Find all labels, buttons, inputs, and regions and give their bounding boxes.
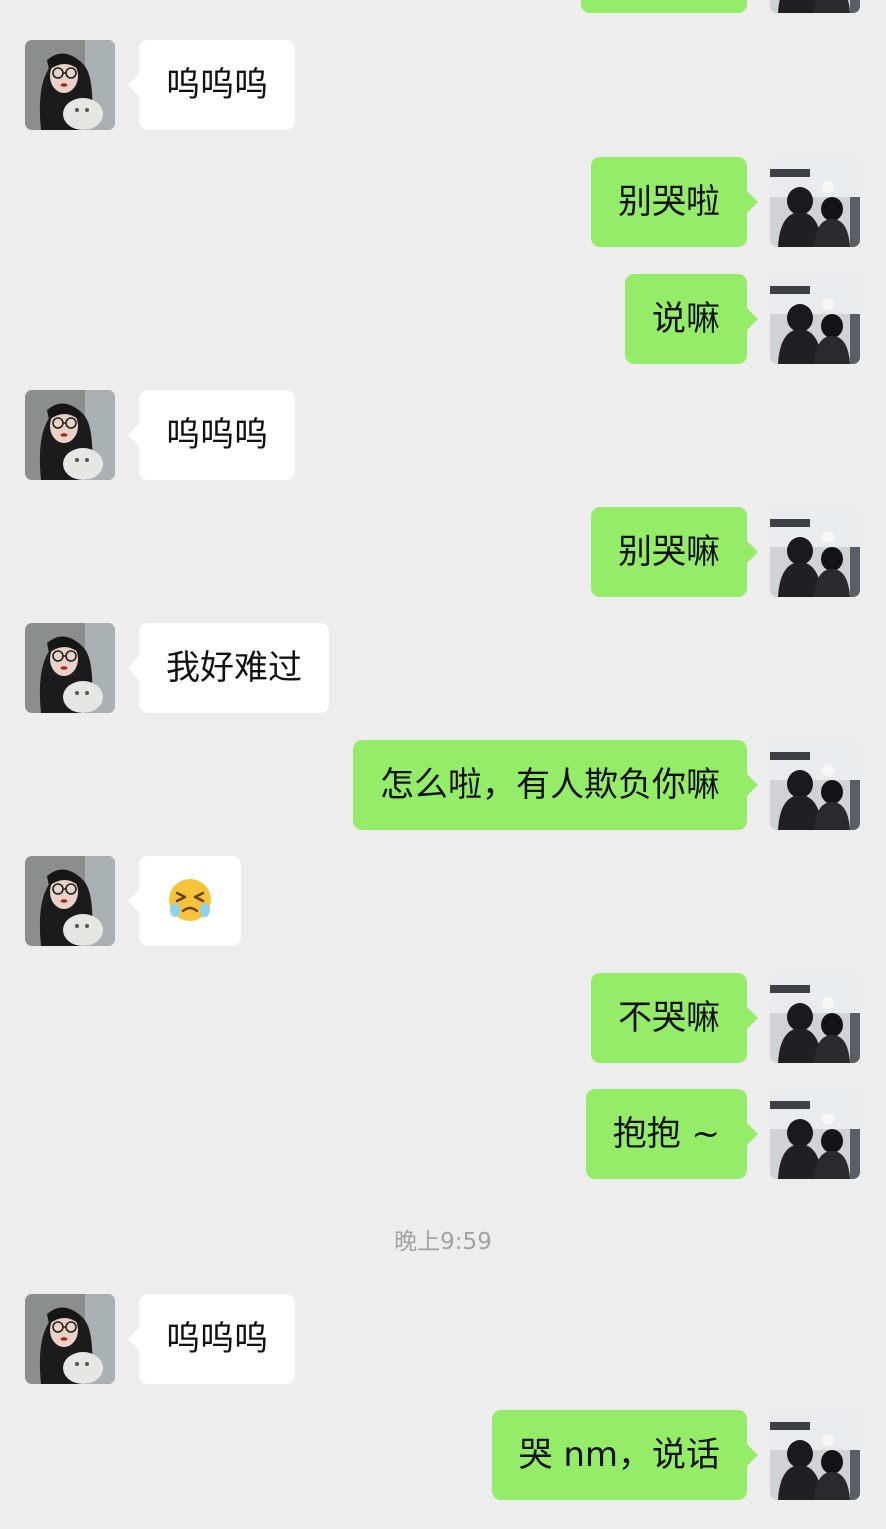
message-bubble[interactable]: 别哭啦 bbox=[591, 157, 758, 247]
girl-avatar[interactable] bbox=[25, 40, 115, 130]
message-outgoing: 不哭嘛 bbox=[0, 973, 886, 1065]
message-bubble[interactable]: 不哭嘛 bbox=[591, 973, 758, 1063]
girl-avatar[interactable] bbox=[25, 390, 115, 480]
message-bubble[interactable]: 说嘛 bbox=[625, 274, 758, 364]
message-incoming bbox=[0, 856, 886, 948]
girl-avatar[interactable] bbox=[25, 1294, 115, 1384]
message-bubble[interactable]: 呜呜呜 bbox=[128, 1294, 295, 1384]
girl-avatar[interactable] bbox=[25, 856, 115, 946]
girl-avatar[interactable] bbox=[25, 623, 115, 713]
message-bubble[interactable] bbox=[581, 0, 747, 13]
boy-avatar[interactable] bbox=[770, 1410, 860, 1500]
boy-avatar[interactable] bbox=[770, 740, 860, 830]
crying-angry-emoji bbox=[169, 878, 211, 921]
boy-avatar[interactable] bbox=[770, 507, 860, 597]
message-incoming: 呜呜呜 bbox=[0, 40, 886, 132]
boy-avatar[interactable] bbox=[770, 1089, 860, 1179]
message-outgoing: 别哭嘛 bbox=[0, 507, 886, 599]
boy-avatar[interactable] bbox=[770, 274, 860, 364]
message-outgoing: 哭 nm，说话 bbox=[0, 1410, 886, 1502]
message-incoming: 呜呜呜 bbox=[0, 390, 886, 482]
boy-avatar[interactable] bbox=[770, 973, 860, 1063]
message-bubble[interactable] bbox=[128, 856, 241, 946]
message-bubble[interactable]: 我好难过 bbox=[128, 623, 329, 713]
chat-area: 呜呜呜 别哭啦 说嘛 呜呜呜 别哭嘛 我好难过 怎么啦，有人欺负你嘛 不哭嘛 抱… bbox=[0, 0, 886, 1529]
message-bubble[interactable]: 哭 nm，说话 bbox=[491, 1410, 759, 1500]
message-bubble[interactable]: 怎么啦，有人欺负你嘛 bbox=[353, 740, 758, 830]
boy-avatar[interactable] bbox=[770, 157, 860, 247]
message-outgoing bbox=[0, 0, 886, 15]
message-timestamp: 晚上9:59 bbox=[394, 1229, 492, 1255]
message-bubble[interactable]: 抱抱 ~ bbox=[585, 1089, 759, 1179]
message-outgoing: 别哭啦 bbox=[0, 157, 886, 249]
message-outgoing: 怎么啦，有人欺负你嘛 bbox=[0, 740, 886, 832]
message-bubble[interactable]: 呜呜呜 bbox=[128, 390, 295, 480]
boy-avatar[interactable] bbox=[770, 0, 860, 13]
message-bubble[interactable]: 别哭嘛 bbox=[591, 507, 758, 597]
message-bubble[interactable]: 呜呜呜 bbox=[128, 40, 295, 130]
message-incoming: 我好难过 bbox=[0, 623, 886, 715]
message-outgoing: 抱抱 ~ bbox=[0, 1089, 886, 1181]
message-outgoing: 说嘛 bbox=[0, 274, 886, 366]
message-incoming: 呜呜呜 bbox=[0, 1294, 886, 1386]
